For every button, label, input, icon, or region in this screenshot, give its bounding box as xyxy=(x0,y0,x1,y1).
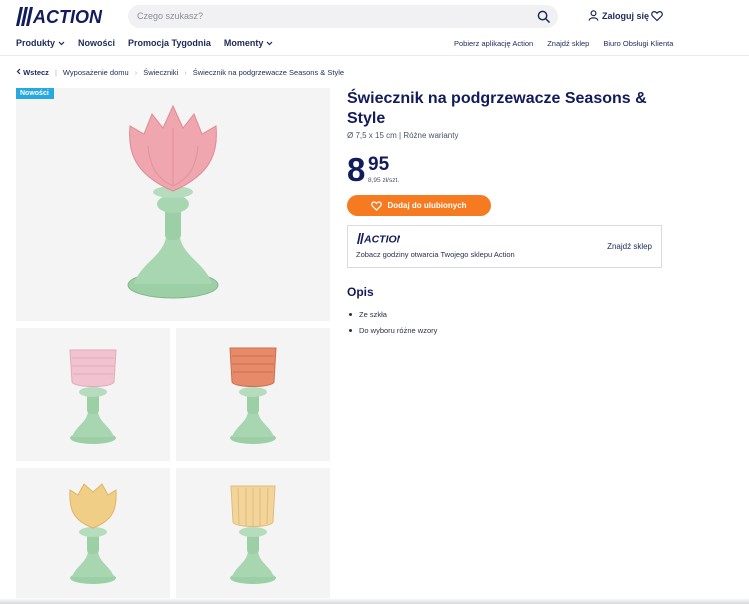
store-hours-text: Zobacz godziny otwarcia Twojego sklepu A… xyxy=(356,250,515,259)
nav-item-label: Promocja Tygodnia xyxy=(128,38,211,48)
breadcrumb-item[interactable]: Świeczniki xyxy=(143,68,178,77)
search-input[interactable]: Czego szukasz? xyxy=(137,11,203,21)
scroll-shadow xyxy=(0,598,749,604)
thumbnail-yellow-ribbed[interactable] xyxy=(176,468,330,598)
heart-icon[interactable] xyxy=(651,10,663,22)
breadcrumb-item-current: Świecznik na podgrzewacze Seasons & Styl… xyxy=(192,68,345,77)
product-subtitle: Ø 7,5 x 15 cm | Różne warianty xyxy=(347,131,459,140)
nav-item-promocja-tygodnia[interactable]: Promocja Tygodnia xyxy=(128,38,211,48)
description-title: Opis xyxy=(347,285,374,299)
action-logo: ACTION xyxy=(357,233,400,244)
divider: | xyxy=(54,68,57,77)
list-item: Ze szkła xyxy=(349,306,437,322)
add-to-favorites-button[interactable]: Dodaj do ulubionych xyxy=(347,195,491,216)
logo-text: ACTION xyxy=(363,234,400,245)
store-info-box: ACTION Zobacz godziny otwarcia Twojego s… xyxy=(347,225,662,268)
chevron-left-icon xyxy=(16,68,21,75)
search-bar[interactable]: Czego szukasz? xyxy=(128,5,558,28)
candle-holder-image xyxy=(127,104,219,299)
thumbnail-orange-diamond[interactable] xyxy=(176,328,330,461)
back-label: Wstecz xyxy=(23,68,49,77)
nav-link-app[interactable]: Pobierz aplikację Action xyxy=(454,39,533,48)
thumbnail-pink-diamond[interactable] xyxy=(16,328,170,461)
candle-holder-drawing xyxy=(127,104,219,299)
search-icon[interactable] xyxy=(537,10,550,23)
product-title: Świecznik na podgrzewacze Seasons & Styl… xyxy=(347,90,647,127)
chevron-down-icon xyxy=(266,41,273,45)
nav-item-label: Produkty xyxy=(16,38,56,48)
find-store-link[interactable]: Znajdź sklep xyxy=(607,242,652,251)
chevron-right-icon: › xyxy=(134,68,138,77)
candle-holder-image xyxy=(230,485,276,584)
nav-item-momenty[interactable]: Momenty xyxy=(224,38,274,48)
price-integer: 8 xyxy=(347,151,366,188)
login-label: Zaloguj się xyxy=(602,10,650,21)
new-badge: Nowości xyxy=(16,88,54,99)
thumbnail-yellow-tulip[interactable] xyxy=(16,468,170,598)
candle-holder-image xyxy=(69,349,117,444)
nav-item-label: Nowości xyxy=(78,38,116,48)
nav-left: Produkty Nowości Promocja Tygodnia Momen… xyxy=(16,38,273,48)
main-nav: Produkty Nowości Promocja Tygodnia Momen… xyxy=(0,34,749,56)
nav-item-nowosci[interactable]: Nowości xyxy=(78,38,115,48)
add-to-favorites-label: Dodaj do ulubionych xyxy=(387,201,467,210)
nav-link-customer-service[interactable]: Biuro Obsługi Klienta xyxy=(603,39,673,48)
main-product-image[interactable]: Nowości xyxy=(16,88,330,321)
nav-link-find-store[interactable]: Znajdź sklep xyxy=(547,39,589,48)
site-header: ACTION Czego szukasz? Zaloguj się xyxy=(0,0,749,34)
nav-right: Pobierz aplikację Action Znajdź sklep Bi… xyxy=(454,39,673,48)
list-item: Do wyboru różne wzory xyxy=(349,322,437,338)
chevron-right-icon: › xyxy=(184,68,187,77)
candle-holder-image xyxy=(229,347,277,444)
chevron-down-icon xyxy=(58,41,65,45)
heart-icon xyxy=(371,200,383,211)
user-icon xyxy=(588,10,599,21)
login-link[interactable]: Zaloguj się xyxy=(588,10,649,21)
description-list: Ze szkła Do wyboru różne wzory xyxy=(349,306,437,338)
candle-holder-image xyxy=(69,483,117,584)
action-logo[interactable]: ACTION xyxy=(16,7,103,26)
breadcrumb-item[interactable]: Wyposażenie domu xyxy=(63,68,129,77)
nav-item-produkty[interactable]: Produkty xyxy=(16,38,65,48)
price-decimal: 95 xyxy=(368,154,390,175)
nav-item-label: Momenty xyxy=(223,38,264,48)
back-link[interactable]: Wstecz xyxy=(16,68,49,77)
unit-price: 8,95 zł/szt. xyxy=(368,177,400,184)
logo-text: ACTION xyxy=(32,7,103,26)
breadcrumb: Wstecz | Wyposażenie domu › Świeczniki ›… xyxy=(16,68,344,77)
